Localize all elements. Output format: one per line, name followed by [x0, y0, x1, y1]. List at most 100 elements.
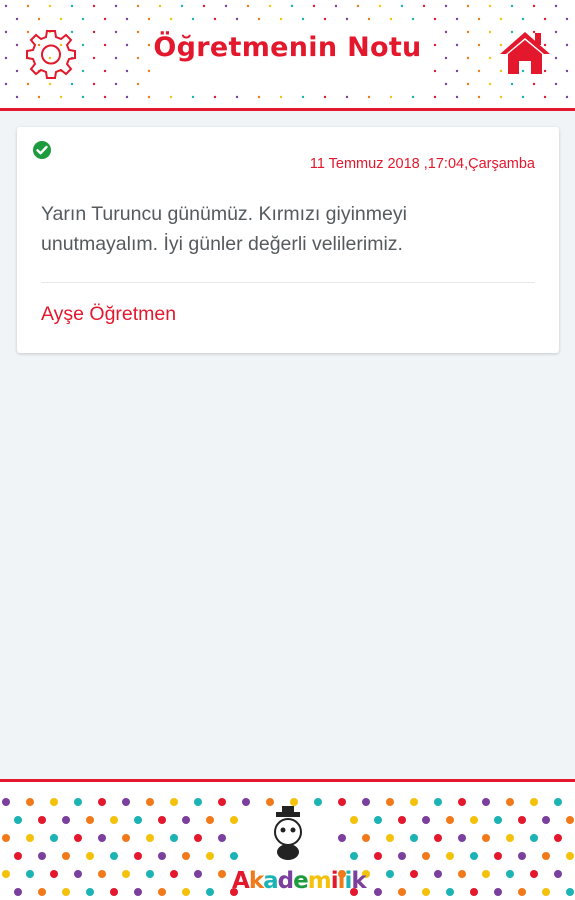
- confetti-dot: [194, 834, 202, 842]
- card-divider: [41, 282, 535, 283]
- confetti-dot: [122, 870, 130, 878]
- confetti-dot: [170, 798, 178, 806]
- confetti-dot: [334, 4, 338, 8]
- confetti-dot: [446, 852, 454, 860]
- confetti-dot: [521, 95, 525, 99]
- confetti-dot: [257, 17, 261, 21]
- confetti-dot: [389, 95, 393, 99]
- confetti-dot: [38, 888, 46, 896]
- confetti-dot: [110, 888, 118, 896]
- note-message: Yarın Turuncu günümüz. Kırmızı giyinmeyi…: [41, 203, 407, 255]
- confetti-dot: [350, 852, 358, 860]
- confetti-dot: [455, 95, 459, 99]
- confetti-dot: [26, 82, 30, 86]
- confetti-dot: [367, 17, 371, 21]
- confetti-dot: [566, 816, 574, 824]
- note-date: 11 Temmuz 2018 ,17:04,Çarşamba: [309, 156, 535, 172]
- check-circle-icon: [33, 141, 51, 159]
- confetti-dot: [98, 834, 106, 842]
- confetti-dot: [477, 17, 481, 21]
- confetti-dot: [180, 4, 184, 8]
- confetti-dot: [398, 852, 406, 860]
- confetti-dot: [554, 798, 562, 806]
- confetti-dot: [4, 4, 8, 8]
- confetti-dot: [70, 4, 74, 8]
- confetti-dot: [218, 834, 226, 842]
- confetti-dot: [218, 798, 226, 806]
- home-button[interactable]: [498, 30, 552, 76]
- confetti-dot: [26, 4, 30, 8]
- confetti-dot: [26, 870, 34, 878]
- teacher-note-card[interactable]: 11 Temmuz 2018 ,17:04,Çarşamba Yarın Tur…: [17, 127, 559, 353]
- confetti-dot: [59, 17, 63, 21]
- confetti-dot: [2, 834, 10, 842]
- confetti-dot: [114, 82, 118, 86]
- confetti-dot: [86, 852, 94, 860]
- confetti-dot: [98, 798, 106, 806]
- confetti-dot: [182, 852, 190, 860]
- confetti-dot: [59, 95, 63, 99]
- confetti-dot: [86, 816, 94, 824]
- akademilik-logo: Akademilik: [232, 802, 367, 900]
- confetti-dot: [521, 17, 525, 21]
- confetti-dot: [345, 95, 349, 99]
- confetti-dot: [103, 95, 107, 99]
- confetti-dot: [482, 798, 490, 806]
- confetti-dot: [206, 888, 214, 896]
- confetti-dot: [499, 17, 503, 21]
- confetti-dot: [482, 870, 490, 878]
- confetti-dot: [542, 816, 550, 824]
- confetti-dot: [235, 17, 239, 21]
- confetti-dot: [14, 852, 22, 860]
- confetti-dot: [26, 834, 34, 842]
- confetti-dot: [554, 82, 558, 86]
- confetti-dot: [62, 852, 70, 860]
- confetti-dot: [50, 798, 58, 806]
- confetti-dot: [518, 888, 526, 896]
- confetti-dot: [147, 17, 151, 21]
- confetti-dot: [206, 852, 214, 860]
- confetti-dot: [206, 816, 214, 824]
- confetti-dot: [554, 834, 562, 842]
- confetti-dot: [389, 17, 393, 21]
- confetti-dot: [312, 4, 316, 8]
- logo-letter: m: [307, 868, 332, 894]
- confetti-dot: [530, 834, 538, 842]
- confetti-dot: [458, 870, 466, 878]
- confetti-dot: [4, 82, 8, 86]
- confetti-dot: [410, 870, 418, 878]
- logo-letter: i: [330, 868, 339, 894]
- confetti-dot: [411, 17, 415, 21]
- confetti-dot: [74, 870, 82, 878]
- confetti-dot: [182, 888, 190, 896]
- confetti-dot: [146, 870, 154, 878]
- confetti-dot: [134, 888, 142, 896]
- confetti-dot: [235, 95, 239, 99]
- confetti-dot: [374, 888, 382, 896]
- confetti-dot: [565, 69, 569, 73]
- confetti-dot: [279, 95, 283, 99]
- confetti-dot: [194, 870, 202, 878]
- confetti-dot: [488, 82, 492, 86]
- confetti-dot: [14, 888, 22, 896]
- confetti-dot: [518, 852, 526, 860]
- confetti-dot: [482, 834, 490, 842]
- confetti-dot: [506, 798, 514, 806]
- confetti-dot: [323, 17, 327, 21]
- confetti-dot: [2, 870, 10, 878]
- confetti-dot: [14, 816, 22, 824]
- confetti-dot: [345, 17, 349, 21]
- confetti-dot: [488, 4, 492, 8]
- confetti-dot: [147, 95, 151, 99]
- confetti-dot: [518, 816, 526, 824]
- confetti-dot: [446, 888, 454, 896]
- confetti-dot: [323, 95, 327, 99]
- confetti-dot: [470, 888, 478, 896]
- confetti-dot: [466, 4, 470, 8]
- confetti-dot: [434, 798, 442, 806]
- logo-text: Akademilik: [232, 868, 367, 894]
- confetti-dot: [191, 95, 195, 99]
- confetti-dot: [530, 798, 538, 806]
- confetti-dot: [146, 834, 154, 842]
- confetti-dot: [542, 852, 550, 860]
